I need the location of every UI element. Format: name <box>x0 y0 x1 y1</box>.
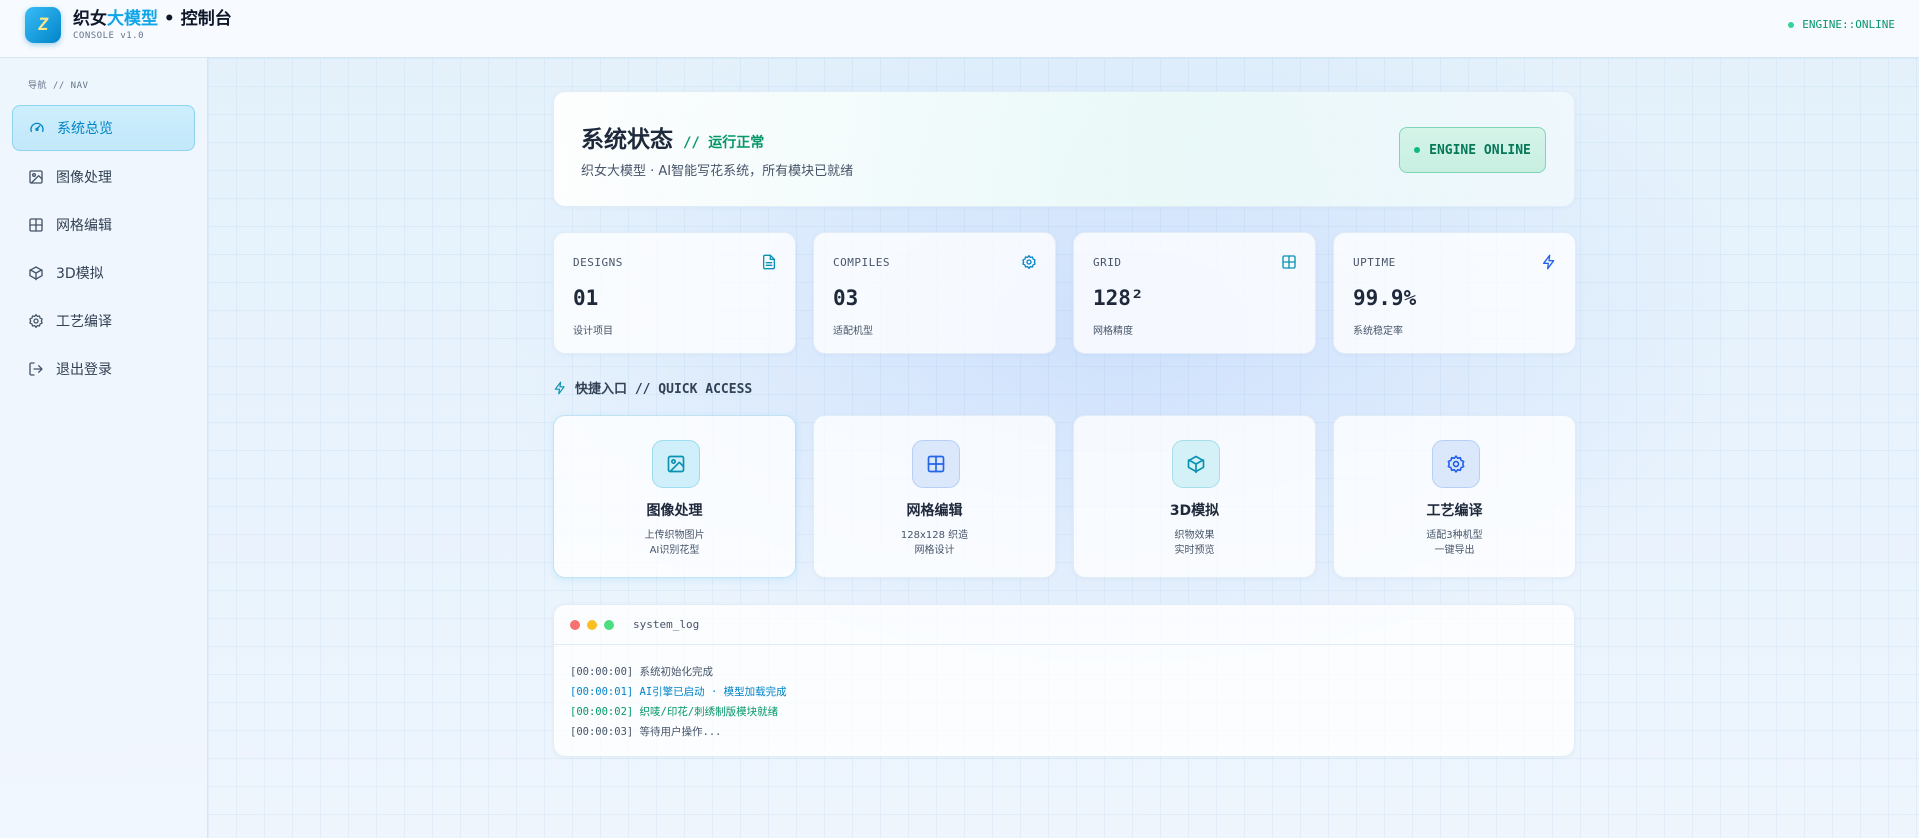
sidebar-item-compile[interactable]: 工艺编译 <box>12 298 195 344</box>
stat-label: UPTIME <box>1353 256 1396 269</box>
stat-label: GRID <box>1093 256 1122 269</box>
quick-card-desc: 适配3种机型 <box>1426 530 1483 541</box>
quick-card-desc: 上传织物图片 <box>644 530 705 541</box>
stat-value: 01 <box>573 286 599 310</box>
system-status-card: 系统状态 // 运行正常 织女大模型 · AI智能写花系统，所有模块已就绪 EN… <box>553 91 1575 207</box>
quick-card-grid[interactable]: 网格编辑 128x128 织造 网格设计 <box>813 415 1056 578</box>
log-line: [00:00:02] 织唛/印花/刺绣制版模块就绪 <box>570 706 779 718</box>
grid-icon <box>912 440 960 488</box>
quick-card-image[interactable]: 图像处理 上传织物图片 AI识别花型 <box>553 415 796 578</box>
sidebar-item-grid[interactable]: 网格编辑 <box>12 202 195 248</box>
app-title-accent: 大模型 <box>107 9 158 29</box>
image-icon <box>28 169 44 185</box>
system-log-panel: system_log [00:00:00] 系统初始化完成 [00:00:01]… <box>553 604 1575 757</box>
stat-desc: 系统稳定率 <box>1353 326 1403 337</box>
sidebar-item-logout[interactable]: 退出登录 <box>12 346 195 392</box>
app-subtitle: CONSOLE v1.0 <box>73 31 145 41</box>
quick-card-desc: AI识别花型 <box>649 545 700 556</box>
grid-icon <box>1281 254 1297 270</box>
sidebar-item-3d[interactable]: 3D模拟 <box>12 250 195 296</box>
stat-value: 128² <box>1093 286 1144 310</box>
top-header: Z 织女大模型 • 控制台 CONSOLE v1.0 ENGINE::ONLIN… <box>0 0 1919 58</box>
quick-card-desc: 实时预览 <box>1174 545 1215 556</box>
window-maximize-dot-icon <box>604 619 614 630</box>
cube-icon <box>1172 440 1220 488</box>
bolt-icon <box>554 381 565 394</box>
engine-status-text: ENGINE::ONLINE <box>1802 18 1895 31</box>
brand: 织女大模型 • 控制台 CONSOLE v1.0 <box>73 8 232 41</box>
stat-label: COMPILES <box>833 256 890 269</box>
sidebar-item-label: 系统总览 <box>57 121 113 137</box>
engine-status: ENGINE::ONLINE <box>1788 18 1895 31</box>
gear-icon <box>28 313 44 329</box>
document-icon <box>761 254 777 270</box>
app-logo[interactable]: Z <box>25 7 61 43</box>
cube-icon <box>28 265 44 281</box>
stat-card-uptime: UPTIME 99.9% 系统稳定率 <box>1333 232 1576 354</box>
engine-online-button[interactable]: ENGINE ONLINE <box>1399 127 1546 173</box>
app-title: 织女大模型 • 控制台 <box>73 8 232 30</box>
logout-icon <box>28 361 44 377</box>
quick-card-title: 工艺编译 <box>1426 503 1483 519</box>
page-title: 系统状态 // 运行正常 <box>581 120 764 154</box>
stat-card-designs: DESIGNS 01 设计项目 <box>553 232 796 354</box>
stat-desc: 设计项目 <box>573 326 613 337</box>
quick-card-title: 3D模拟 <box>1169 503 1220 519</box>
quick-card-title: 图像处理 <box>646 503 703 519</box>
image-icon <box>652 440 700 488</box>
gear-icon <box>1432 440 1480 488</box>
quick-access-title-text: 快捷入口 // QUICK ACCESS <box>575 382 753 397</box>
sidebar-item-label: 退出登录 <box>56 362 112 378</box>
window-close-dot-icon <box>570 619 580 630</box>
quick-card-desc: 织物效果 <box>1174 530 1215 541</box>
app-title-prefix: 织女 <box>73 9 107 29</box>
grid-icon <box>28 217 44 233</box>
sidebar-item-image[interactable]: 图像处理 <box>12 154 195 200</box>
gear-icon <box>1021 254 1037 270</box>
status-dot-icon <box>1414 147 1421 153</box>
page-subtitle: 织女大模型 · AI智能写花系统，所有模块已就绪 <box>581 164 854 179</box>
sidebar-item-label: 工艺编译 <box>56 314 112 330</box>
quick-card-desc: 一键导出 <box>1434 545 1475 556</box>
bolt-icon <box>1541 254 1557 270</box>
stat-desc: 适配机型 <box>833 326 873 337</box>
quick-card-compile[interactable]: 工艺编译 适配3种机型 一键导出 <box>1333 415 1576 578</box>
quick-card-title: 网格编辑 <box>906 503 963 519</box>
stat-value: 99.9% <box>1353 286 1417 310</box>
quick-card-3d[interactable]: 3D模拟 织物效果 实时预览 <box>1073 415 1316 578</box>
quick-card-desc: 网格设计 <box>914 545 955 556</box>
quick-access-title: 快捷入口 // QUICK ACCESS <box>553 378 752 397</box>
log-line: [00:00:03] 等待用户操作... <box>570 726 722 738</box>
stat-label: DESIGNS <box>573 256 623 269</box>
stat-card-grid: GRID 128² 网格精度 <box>1073 232 1316 354</box>
nav-title: 导航 // NAV <box>28 81 89 91</box>
sidebar-item-label: 3D模拟 <box>56 266 104 282</box>
log-header: system_log <box>554 605 1574 645</box>
logo-glyph: Z <box>36 15 50 35</box>
log-line: [00:00:01] AI引擎已启动 · 模型加载完成 <box>570 686 787 698</box>
stat-card-compiles: COMPILES 03 适配机型 <box>813 232 1056 354</box>
log-title: system_log <box>633 618 700 631</box>
sidebar-item-overview[interactable]: 系统总览 <box>12 105 195 151</box>
engine-online-label: ENGINE ONLINE <box>1429 142 1531 158</box>
sidebar-item-label: 图像处理 <box>56 170 112 186</box>
stat-value: 03 <box>833 286 859 310</box>
page-title-text: 系统状态 <box>581 127 673 153</box>
window-minimize-dot-icon <box>587 619 597 630</box>
app-title-suffix: • 控制台 <box>158 9 232 29</box>
sidebar: 导航 // NAV 系统总览 图像处理 网格编辑 3D模拟 工艺编译 退出登录 <box>0 58 208 838</box>
quick-card-desc: 128x128 织造 <box>900 530 969 541</box>
status-tag: // 运行正常 <box>683 135 765 151</box>
gauge-icon <box>29 120 45 136</box>
stat-desc: 网格精度 <box>1093 326 1133 337</box>
sidebar-item-label: 网格编辑 <box>56 218 112 234</box>
status-dot-icon <box>1788 21 1795 28</box>
log-line: [00:00:00] 系统初始化完成 <box>570 666 714 678</box>
